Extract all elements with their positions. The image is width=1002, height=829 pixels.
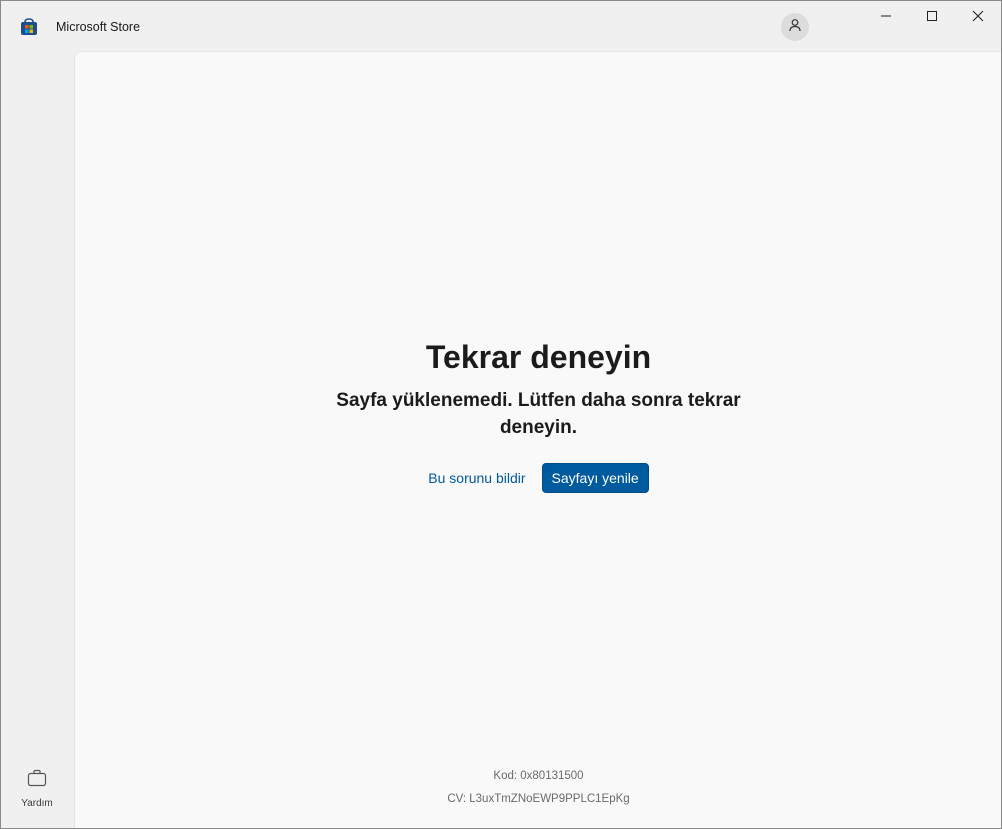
minimize-button[interactable] [863, 1, 909, 35]
person-icon [788, 18, 802, 37]
correlation-vector: CV: L3uxTmZNoEWP9PPLC1EpKg [447, 793, 630, 805]
maximize-icon [926, 9, 938, 27]
microsoft-store-icon [20, 18, 38, 36]
window-title: Microsoft Store [56, 20, 141, 34]
error-code: Kod: 0x80131500 [493, 770, 584, 782]
error-panel: Tekrar deneyin Sayfa yüklenemedi. Lütfen… [75, 337, 1001, 493]
report-problem-link[interactable]: Bu sorunu bildir [428, 466, 525, 490]
store-window: Microsoft Store Yardım Tekrar deneyin Sa… [0, 0, 1002, 829]
minimize-icon [880, 9, 892, 27]
close-icon [972, 9, 984, 27]
error-message: Sayfa yüklenemedi. Lütfen daha sonra tek… [336, 390, 741, 438]
sidebar-item-label: Yardım [21, 798, 53, 809]
close-button[interactable] [955, 1, 1001, 35]
maximize-button[interactable] [909, 1, 955, 35]
title-bar: Microsoft Store [1, 1, 1001, 51]
main-content: Tekrar deneyin Sayfa yüklenemedi. Lütfen… [74, 51, 1001, 828]
navigation-sidebar: Yardım [1, 51, 73, 828]
error-actions: Bu sorunu bildir Sayfayı yenile [75, 463, 1001, 493]
error-title: Tekrar deneyin [425, 339, 652, 375]
refresh-page-button[interactable]: Sayfayı yenile [541, 463, 649, 493]
sidebar-item-help[interactable]: Yardım [7, 769, 67, 819]
briefcase-icon [27, 769, 47, 792]
account-button[interactable] [781, 13, 809, 41]
